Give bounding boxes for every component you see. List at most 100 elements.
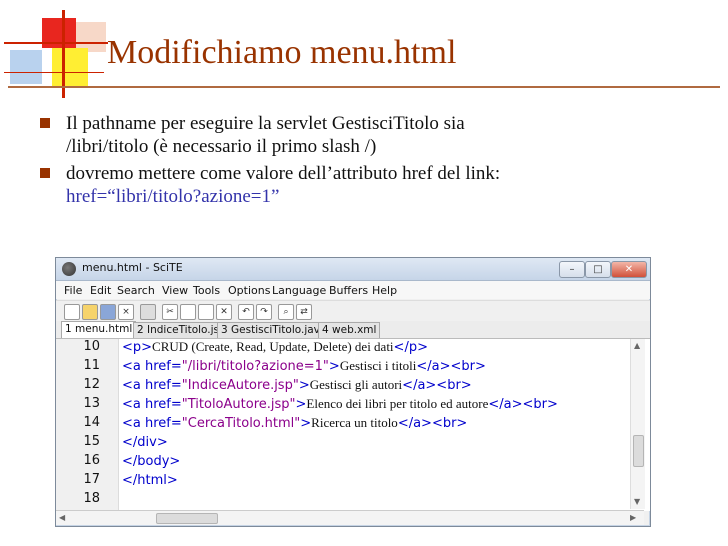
code-tag: </a><br>: [416, 359, 486, 374]
code-editor[interactable]: 10 11 12 13 14 15 16 17 18 <p>CRUD (Crea…: [56, 338, 650, 511]
redo-icon[interactable]: ↷: [256, 304, 272, 320]
code-tag: </p>: [393, 340, 428, 355]
bullet-item: dovremo mettere come valore dell’attribu…: [40, 162, 710, 208]
code-tag: <a href=: [122, 416, 182, 431]
vertical-scroll-thumb[interactable]: [633, 435, 644, 467]
undo-icon[interactable]: ↶: [238, 304, 254, 320]
code-line: </div>: [122, 434, 168, 450]
code-tag: >: [298, 378, 310, 393]
line-number: 10: [83, 339, 100, 354]
code-tag: </a><br>: [397, 416, 468, 431]
delete-icon[interactable]: ✕: [216, 304, 232, 320]
menu-options[interactable]: Options: [228, 284, 270, 297]
decorative-logo: [0, 0, 110, 100]
menu-search[interactable]: Search: [117, 284, 155, 297]
code-tag: <a href=: [122, 397, 182, 412]
code-tag: </html>: [122, 473, 178, 488]
horizontal-scrollbar[interactable]: ◀ ▶: [56, 510, 644, 525]
save-icon[interactable]: [100, 304, 116, 320]
line-number: 18: [83, 491, 100, 506]
menu-language[interactable]: Language: [272, 284, 326, 297]
window-title: menu.html - SciTE: [82, 261, 183, 274]
bullet-link-text: href=“libri/titolo?azione=1”: [66, 186, 280, 207]
bullet-text: dovremo mettere come valore dell’attribu…: [66, 163, 501, 184]
code-tag: <a href=: [122, 359, 182, 374]
new-file-icon[interactable]: [64, 304, 80, 320]
paste-icon[interactable]: [198, 304, 214, 320]
print-icon[interactable]: [140, 304, 156, 320]
code-tag: <a href=: [122, 378, 182, 393]
line-number: 17: [83, 472, 100, 487]
code-tag: >: [328, 359, 340, 374]
code-text: CRUD (Create, Read, Update, Delete) dei …: [152, 339, 394, 354]
line-number: 15: [83, 434, 100, 449]
vertical-scrollbar[interactable]: ▲ ▼: [630, 339, 645, 509]
code-text: Gestisci gli autori: [309, 377, 403, 392]
line-number: 13: [83, 396, 100, 411]
code-text: Ricerca un titolo: [311, 415, 398, 430]
close-file-icon[interactable]: ×: [118, 304, 134, 320]
tab-web-xml[interactable]: 4 web.xml: [318, 322, 381, 338]
maximize-button[interactable]: □: [585, 261, 611, 278]
title-divider: [8, 86, 720, 88]
line-number: 16: [83, 453, 100, 468]
scroll-down-icon[interactable]: ▼: [634, 497, 640, 506]
scite-window: menu.html - SciTE – □ ✕ File Edit Search…: [55, 257, 651, 527]
code-tag: >: [295, 397, 307, 412]
code-line: <a href="CercaTitolo.html">Ricerca un ti…: [122, 415, 467, 431]
menu-tools[interactable]: Tools: [193, 284, 220, 297]
line-number: 11: [83, 358, 100, 373]
menu-file[interactable]: File: [64, 284, 82, 297]
menu-view[interactable]: View: [162, 284, 188, 297]
bullet-text: /libri/titolo (è necessario il primo sla…: [66, 136, 377, 157]
menu-help[interactable]: Help: [372, 284, 397, 297]
window-titlebar: menu.html - SciTE – □ ✕: [56, 258, 650, 281]
line-number-gutter: 10 11 12 13 14 15 16 17 18: [56, 339, 119, 511]
scroll-left-icon[interactable]: ◀: [59, 513, 65, 522]
bullet-square-icon: [40, 118, 50, 128]
toolbar: × ✂ ✕ ↶ ↷ ⌕ ⇄: [56, 300, 650, 322]
menu-edit[interactable]: Edit: [90, 284, 111, 297]
tab-gestiscititolo-java[interactable]: 3 GestisciTitolo.java: [217, 322, 331, 338]
code-line: <a href="/libri/titolo?azione=1">Gestisc…: [122, 358, 486, 374]
replace-icon[interactable]: ⇄: [296, 304, 312, 320]
copy-icon[interactable]: [180, 304, 196, 320]
code-line: </body>: [122, 453, 180, 469]
code-line: </html>: [122, 472, 178, 488]
line-number: 12: [83, 377, 100, 392]
code-tag: >: [300, 416, 312, 431]
bullet-item: Il pathname per eseguire la servlet Gest…: [40, 112, 710, 158]
bullet-list: Il pathname per eseguire la servlet Gest…: [40, 112, 710, 212]
scroll-up-icon[interactable]: ▲: [634, 341, 640, 350]
minimize-button[interactable]: –: [559, 261, 585, 278]
line-number: 14: [83, 415, 100, 430]
code-tag: <p>: [122, 340, 153, 355]
code-text: Elenco dei libri per titolo ed autore: [306, 396, 489, 411]
code-string: "CercaTitolo.html": [181, 416, 301, 431]
code-line: <p>CRUD (Create, Read, Update, Delete) d…: [122, 339, 428, 355]
slide-title: Modifichiamo menu.html: [107, 34, 457, 71]
menu-bar: File Edit Search View Tools Options Lang…: [56, 281, 650, 299]
code-tag: </a><br>: [488, 397, 558, 412]
open-folder-icon[interactable]: [82, 304, 98, 320]
code-line: <a href="IndiceAutore.jsp">Gestisci gli …: [122, 377, 472, 393]
scite-app-icon: [62, 262, 76, 276]
code-tag: </body>: [122, 454, 181, 469]
code-tag: </div>: [122, 435, 168, 450]
code-string: "/libri/titolo?azione=1": [181, 359, 329, 374]
code-string: "IndiceAutore.jsp": [181, 378, 299, 393]
find-icon[interactable]: ⌕: [278, 304, 294, 320]
code-tag: </a><br>: [402, 378, 472, 393]
scroll-right-icon[interactable]: ▶: [630, 513, 636, 522]
tab-menu-html[interactable]: 1 menu.html: [61, 321, 137, 338]
code-text: Gestisci i titoli: [339, 358, 417, 373]
tab-indicetitolo-jsp[interactable]: 2 IndiceTitolo.jsp: [133, 322, 230, 338]
buffer-tabs: 1 menu.html 2 IndiceTitolo.jsp 3 Gestisc…: [56, 321, 650, 338]
bullet-square-icon: [40, 168, 50, 178]
menu-buffers[interactable]: Buffers: [329, 284, 368, 297]
code-string: "TitoloAutore.jsp": [181, 397, 296, 412]
close-button[interactable]: ✕: [611, 261, 647, 278]
bullet-text: Il pathname per eseguire la servlet Gest…: [66, 113, 465, 134]
cut-icon[interactable]: ✂: [162, 304, 178, 320]
horizontal-scroll-thumb[interactable]: [156, 513, 218, 524]
